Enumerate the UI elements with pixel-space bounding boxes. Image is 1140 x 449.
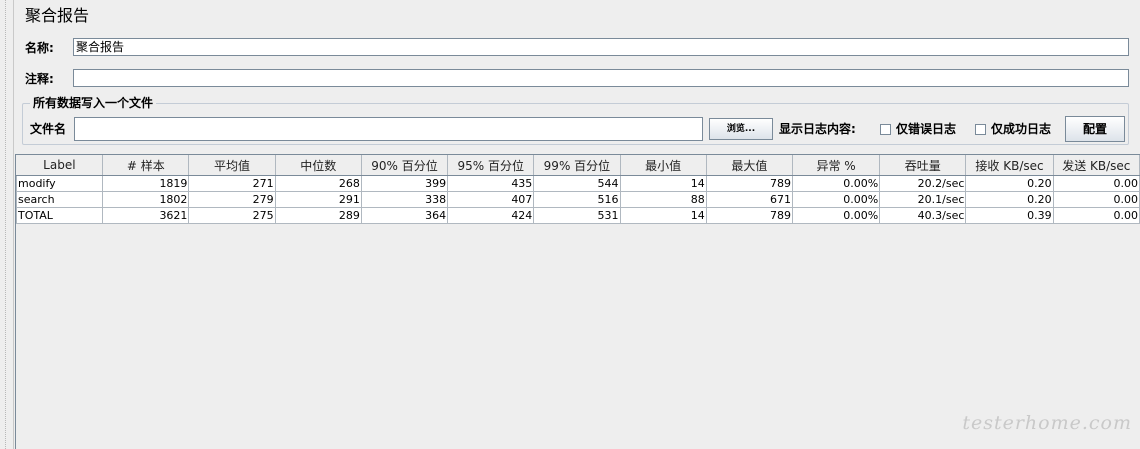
name-label: 名称: <box>25 41 54 55</box>
comment-input[interactable] <box>73 69 1129 87</box>
table-cell: 531 <box>533 207 621 224</box>
table-cell: search <box>15 191 104 208</box>
table-cell: 0.20 <box>965 175 1054 192</box>
table-cell: 789 <box>705 207 793 224</box>
table-cell: 407 <box>447 191 535 208</box>
success-only-checkbox[interactable] <box>975 124 986 135</box>
table-cell: 0.00% <box>791 191 881 208</box>
column-header-median[interactable]: 中位数 <box>275 155 362 176</box>
table-cell: 14 <box>619 175 707 192</box>
file-group-title: 所有数据写入一个文件 <box>30 95 157 111</box>
browse-button[interactable]: 浏览... <box>709 118 773 140</box>
column-header-average[interactable]: 平均值 <box>188 155 276 176</box>
table-cell: 789 <box>705 175 793 192</box>
table-cell: 671 <box>705 191 793 208</box>
table-cell: 268 <box>274 175 362 192</box>
column-header-error-percent[interactable]: 异常 % <box>792 155 881 176</box>
success-only-label[interactable]: 仅成功日志 <box>991 121 1051 137</box>
table-cell: 0.00% <box>791 207 881 224</box>
table-cell: 1802 <box>102 191 190 208</box>
table-cell: 0.00 <box>1052 175 1140 192</box>
table-row[interactable]: search 1802 279 291 338 407 516 88 671 0… <box>15 191 1140 208</box>
table-cell: 435 <box>447 175 535 192</box>
column-header-samples[interactable]: # 样本 <box>102 155 190 176</box>
table-row[interactable]: modify 1819 271 268 399 435 544 14 789 0… <box>15 175 1140 192</box>
column-header-99-percentile[interactable]: 99% 百分位 <box>533 155 621 176</box>
table-cell: 291 <box>274 191 362 208</box>
table-cell: modify <box>15 175 104 192</box>
name-input[interactable]: 聚合报告 <box>73 38 1129 56</box>
table-cell: 88 <box>619 191 707 208</box>
table-cell: 271 <box>188 175 276 192</box>
column-header-sent-kb[interactable]: 发送 KB/sec <box>1053 155 1140 176</box>
results-table: Label # 样本 平均值 中位数 90% 百分位 95% 百分位 99% 百… <box>15 155 1140 224</box>
table-cell: 20.1/sec <box>879 191 967 208</box>
table-cell: TOTAL <box>15 207 104 224</box>
errors-only-label[interactable]: 仅错误日志 <box>896 121 956 137</box>
table-cell: 3621 <box>102 207 190 224</box>
column-header-min[interactable]: 最小值 <box>620 155 707 176</box>
column-header-95-percentile[interactable]: 95% 百分位 <box>447 155 535 176</box>
table-cell: 275 <box>188 207 276 224</box>
table-cell: 364 <box>360 207 449 224</box>
panel-title: 聚合报告 <box>25 6 90 25</box>
window-left-edge <box>0 0 14 449</box>
table-cell: 516 <box>533 191 621 208</box>
table-cell: 279 <box>188 191 276 208</box>
watermark-logo: testerhome.com <box>962 412 1132 434</box>
results-table-panel: Label # 样本 平均值 中位数 90% 百分位 95% 百分位 99% 百… <box>15 154 1140 449</box>
table-cell: 20.2/sec <box>879 175 967 192</box>
filename-label: 文件名 <box>30 122 67 136</box>
filename-input[interactable] <box>74 117 703 141</box>
table-cell: 1819 <box>102 175 190 192</box>
table-cell: 0.00% <box>791 175 881 192</box>
table-header-row: Label # 样本 平均值 中位数 90% 百分位 95% 百分位 99% 百… <box>16 155 1140 176</box>
table-cell: 0.39 <box>965 207 1054 224</box>
configure-button[interactable]: 配置 <box>1065 116 1125 142</box>
table-cell: 544 <box>533 175 621 192</box>
comment-label: 注释: <box>25 72 54 86</box>
table-cell: 0.20 <box>965 191 1054 208</box>
column-header-received-kb[interactable]: 接收 KB/sec <box>965 155 1054 176</box>
table-cell: 289 <box>274 207 362 224</box>
table-cell: 0.00 <box>1052 191 1140 208</box>
table-cell: 338 <box>360 191 449 208</box>
table-cell: 14 <box>619 207 707 224</box>
table-cell: 399 <box>360 175 449 192</box>
table-cell: 424 <box>447 207 535 224</box>
table-row-total[interactable]: TOTAL 3621 275 289 364 424 531 14 789 0.… <box>15 207 1140 224</box>
table-cell: 40.3/sec <box>879 207 967 224</box>
column-header-90-percentile[interactable]: 90% 百分位 <box>361 155 449 176</box>
column-header-max[interactable]: 最大值 <box>706 155 793 176</box>
column-header-label[interactable]: Label <box>16 155 104 176</box>
column-header-throughput[interactable]: 吞吐量 <box>879 155 967 176</box>
log-content-label: 显示日志内容: <box>779 122 856 136</box>
table-cell: 0.00 <box>1052 207 1140 224</box>
errors-only-checkbox[interactable] <box>880 124 891 135</box>
